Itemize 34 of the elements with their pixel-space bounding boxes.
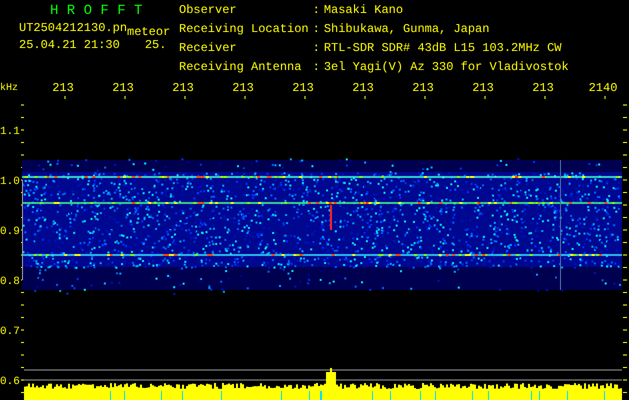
field-value: 3el Yagi(V) Az 330 for Vladivostok — [324, 61, 569, 76]
axis-label: 0.7 — [0, 326, 20, 338]
axis-label: 213 — [232, 81, 254, 95]
count-label: 25. — [144, 39, 166, 51]
axis-label: 213 — [412, 81, 434, 95]
axis-label: 213 — [172, 81, 194, 95]
axis-label: 0.6 — [0, 376, 20, 388]
axis-unit: kHz — [0, 83, 18, 94]
app-title: H R O F F T — [49, 4, 144, 18]
separator: : — [312, 42, 320, 57]
separator: : — [312, 61, 320, 76]
axis-label: 0.8 — [0, 276, 20, 288]
field-label: Receiving Antenna — [179, 61, 302, 76]
axis-label: 213 — [532, 81, 554, 95]
axis-label: 213 — [52, 81, 74, 95]
field-value: RTL-SDR SDR# 43dB L15 103.2MHz CW — [324, 42, 562, 57]
axis-label: 213 — [112, 81, 134, 95]
separator: : — [312, 4, 320, 19]
file-name: UT2504212130.pn — [19, 22, 128, 34]
axis-label: 213 — [472, 81, 494, 95]
separator: : — [312, 23, 320, 38]
axis-label: 1.1 — [0, 126, 20, 138]
field-label: Receiving Location — [179, 23, 309, 38]
mode-label: meteor — [127, 26, 170, 38]
axis-label: 213 — [292, 81, 314, 95]
axis-label: 1.0 — [0, 176, 20, 188]
timestamp: 25.04.21 21:30 — [19, 39, 120, 51]
field-value: Masaki Kano — [324, 4, 404, 19]
field-label: Observer — [179, 4, 238, 19]
field-value: Shibukawa, Gunma, Japan — [324, 23, 490, 38]
axis-label: 0.9 — [0, 226, 20, 238]
axis-label: 2140 — [588, 81, 618, 95]
axis-label: 213 — [352, 81, 374, 95]
field-label: Receiver — [179, 42, 238, 57]
